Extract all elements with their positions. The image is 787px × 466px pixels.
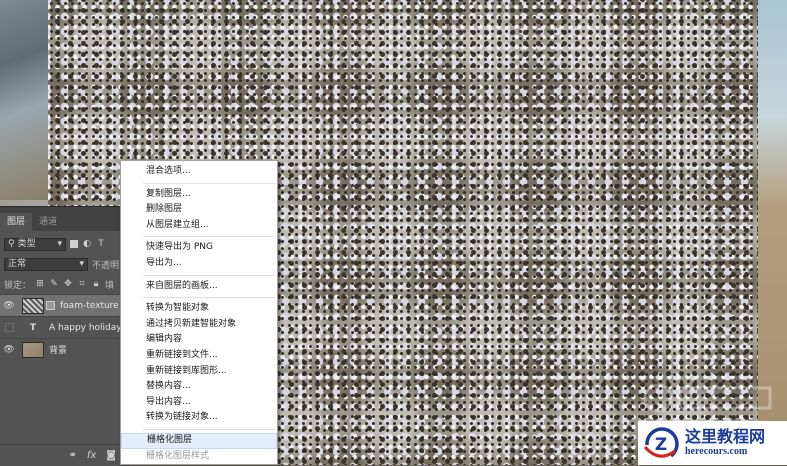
menu-item: 栅格化图层样式 [146,450,210,461]
chevron-down-icon: ▾ [57,238,62,249]
menu-item[interactable]: 导出为... [121,256,277,272]
panel-footer: ⚭ fx ◙ [0,444,130,466]
svg-text:Z: Z [655,435,667,455]
pixel-filter-icon[interactable] [70,240,78,248]
menu-item[interactable]: 复制图层... [121,187,277,203]
layer-filter-row: ⚲ 类型 ▾ ◐ T [0,234,130,254]
layer-thumbnail [22,341,44,358]
layer-row-foam-texture[interactable]: 👁︎ foam-texture [0,294,130,316]
watermark-url: herecours.com [685,446,748,457]
layer-name: 背景 [49,346,68,356]
eye-icon[interactable]: 👁︎ [0,301,18,311]
filter-kind-value: 类型 [17,238,36,249]
layer-row-text[interactable]: T A happy holiday [0,316,130,338]
menu-item[interactable]: 转换为智能对象 [121,301,277,317]
panel-tab-bar: 图层 通道 [0,207,130,231]
menu-item[interactable]: 快速导出为 PNG [121,240,277,256]
lock-row: 锁定： ⊞ ✎ ✥ ⌗ 🔒︎ 填 [0,274,130,294]
tab-channels[interactable]: 通道 [32,213,64,231]
beach-background-left [0,0,48,200]
layer-row-background[interactable]: 👁︎ 背景 [0,338,130,360]
opacity-label: 不透明 [92,260,120,271]
link-icon[interactable]: ⚭ [68,450,76,461]
layers-panel: 图层 通道 ⚲ 类型 ▾ ◐ T 正常 ▾ 不透明 锁定： ⊞ ✎ ✥ ⌗ 🔒︎… [0,206,130,466]
lock-transparent-icon[interactable]: ⊞ [35,279,45,289]
filter-kind-select[interactable]: ⚲ 类型 ▾ [4,237,66,251]
menu-item[interactable]: 替换内容... [121,379,277,395]
fx-icon[interactable]: fx [87,450,96,461]
lock-position-icon[interactable]: ✥ [63,279,73,289]
faint-watermark-logo [643,383,772,413]
menu-item[interactable]: 删除图层 [121,202,277,218]
adjustment-filter-icon[interactable]: ◐ [82,239,92,249]
lock-artboard-icon[interactable]: ⌗ [77,279,87,289]
blend-mode-value: 正常 [8,258,27,269]
visibility-toggle-off[interactable] [5,323,14,332]
lock-label: 锁定： [4,280,32,291]
layer-thumbnail [22,297,44,314]
menu-separator [143,182,275,184]
smart-object-icon [46,301,55,310]
menu-item[interactable]: 导出内容... [121,395,277,411]
menu-item[interactable]: 转换为链接对象... [121,410,277,426]
menu-item[interactable]: 重新链接到文件... [121,348,277,364]
site-watermark: Z 这里教程网 herecours.com [638,421,787,465]
lock-paint-icon[interactable]: ✎ [49,279,59,289]
menu-item[interactable]: 编辑内容 [121,332,277,348]
lock-all-icon[interactable]: 🔒︎ [91,279,101,289]
menu-item[interactable]: 从图层建立组... [121,218,277,234]
layer-name: A happy holiday [49,322,122,333]
menu-separator [143,274,275,276]
text-layer-icon: T [29,322,37,333]
menu-separator [143,236,275,238]
fill-label: 填 [105,280,115,291]
mask-icon[interactable]: ◙ [106,450,116,461]
watermark-title: 这里教程网 [685,427,766,446]
site-logo-icon: Z [643,427,679,458]
layer-context-menu: 混合选项... 复制图层... 删除图层 从图层建立组... 快速导出为 PNG 导出为.… [120,160,278,465]
blend-mode-row: 正常 ▾ 不透明 [0,254,130,274]
type-filter-icon[interactable]: T [96,239,106,249]
menu-item[interactable]: 栅格化图层 [121,432,277,449]
search-icon: ⚲ [8,238,15,249]
menu-item[interactable]: 混合选项... [121,164,277,180]
chevron-down-icon: ▾ [79,258,84,269]
eye-icon[interactable]: 👁︎ [0,345,18,355]
layer-name: foam-texture [60,300,119,311]
menu-item[interactable]: 重新链接到库图形... [121,364,277,380]
tab-layers[interactable]: 图层 [0,213,33,231]
menu-separator [143,297,275,299]
blend-mode-select[interactable]: 正常 ▾ [4,257,88,271]
menu-separator [143,428,275,430]
menu-item[interactable]: 来自图层的画板... [121,279,277,295]
menu-item[interactable]: 通过拷贝新建智能对象 [121,317,277,333]
